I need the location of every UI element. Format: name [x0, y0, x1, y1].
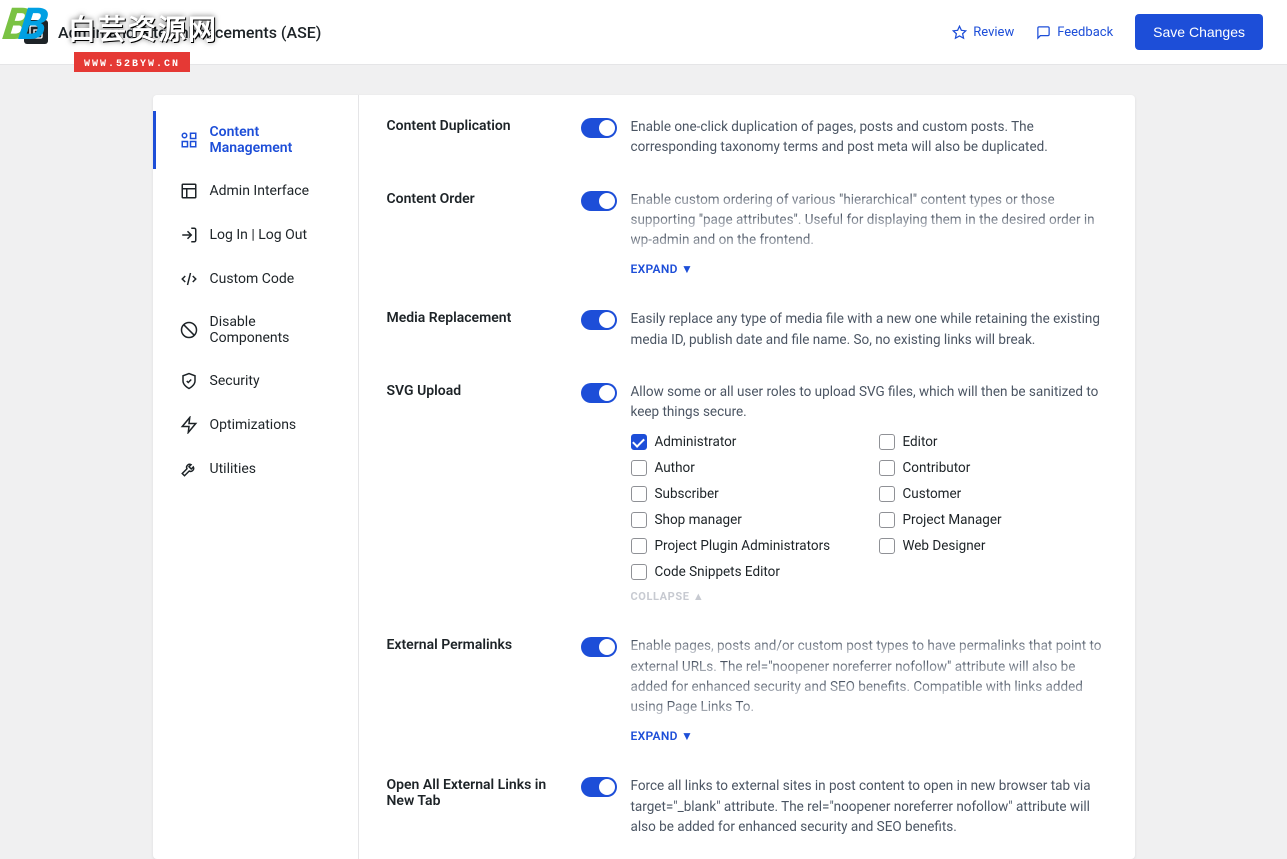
sidebar-item-label: Admin Interface	[210, 183, 310, 199]
sidebar-item-disable-components[interactable]: Disable Components	[153, 301, 358, 359]
role-checkbox-row[interactable]: Editor	[879, 434, 1107, 450]
star-icon	[952, 25, 967, 40]
page-title: Admin and Site Enhancements (ASE)	[58, 23, 321, 42]
checkbox[interactable]	[631, 434, 647, 450]
toggle-external-permalinks[interactable]	[581, 637, 617, 657]
toggle-content-order[interactable]	[581, 191, 617, 211]
role-checkbox-row[interactable]: Project Manager	[879, 512, 1107, 528]
checkbox-label: Code Snippets Editor	[655, 564, 780, 580]
setting-external-permalinks: External Permalinks Enable pages, posts …	[387, 636, 1107, 744]
setting-description: Enable pages, posts and/or custom post t…	[631, 636, 1107, 717]
role-checkbox-row[interactable]: Code Snippets Editor	[631, 564, 859, 580]
tools-icon	[180, 460, 198, 478]
code-icon	[180, 270, 198, 288]
sidebar-item-custom-code[interactable]: Custom Code	[153, 257, 358, 301]
setting-title: SVG Upload	[387, 382, 557, 399]
checkbox-label: Project Manager	[903, 512, 1002, 528]
plugin-icon	[24, 20, 48, 44]
setting-title: Content Order	[387, 190, 557, 207]
setting-open-external-links: Open All External Links in New Tab Force…	[387, 776, 1107, 837]
role-checkbox-row[interactable]: Shop manager	[631, 512, 859, 528]
setting-description: Allow some or all user roles to upload S…	[631, 382, 1107, 423]
sidebar-item-label: Optimizations	[210, 417, 297, 433]
sidebar-item-security[interactable]: Security	[153, 359, 358, 403]
checkbox[interactable]	[631, 486, 647, 502]
sidebar-item-admin-interface[interactable]: Admin Interface	[153, 169, 358, 213]
checkbox[interactable]	[631, 460, 647, 476]
checkbox[interactable]	[879, 512, 895, 528]
ban-icon	[180, 321, 198, 339]
sidebar-item-optimizations[interactable]: Optimizations	[153, 403, 358, 447]
checkbox[interactable]	[879, 538, 895, 554]
page-links-to-link[interactable]: Page Links To	[667, 699, 751, 715]
setting-description: Easily replace any type of media file wi…	[631, 309, 1107, 350]
expand-button[interactable]: EXPAND ▼	[631, 729, 694, 743]
setting-title: External Permalinks	[387, 636, 557, 653]
setting-title: Content Duplication	[387, 117, 557, 134]
setting-description: Force all links to external sites in pos…	[631, 776, 1107, 837]
checkbox[interactable]	[631, 538, 647, 554]
checkbox-label: Subscriber	[655, 486, 719, 502]
role-checkbox-row[interactable]: Web Designer	[879, 538, 1107, 554]
role-checkbox-row[interactable]: Contributor	[879, 460, 1107, 476]
sidebar-item-label: Custom Code	[210, 271, 295, 287]
save-changes-button[interactable]: Save Changes	[1135, 14, 1263, 50]
bolt-icon	[180, 416, 198, 434]
role-checkbox-row[interactable]: Customer	[879, 486, 1107, 502]
sidebar-item-utilities[interactable]: Utilities	[153, 447, 358, 491]
shield-icon	[180, 372, 198, 390]
checkbox-label: Administrator	[655, 434, 737, 450]
checkbox-label: Project Plugin Administrators	[655, 538, 831, 554]
sidebar-item-label: Utilities	[210, 461, 257, 477]
checkbox[interactable]	[879, 460, 895, 476]
role-checkbox-row[interactable]: Subscriber	[631, 486, 859, 502]
layout-icon	[180, 182, 198, 200]
sidebar-item-label: Content Management	[210, 124, 334, 156]
sidebar-nav: Content Management Admin Interface Log I…	[153, 95, 359, 859]
checkbox[interactable]	[879, 486, 895, 502]
role-checkbox-row[interactable]: Administrator	[631, 434, 859, 450]
sidebar-item-label: Security	[210, 373, 260, 389]
sidebar-item-login-logout[interactable]: Log In | Log Out	[153, 213, 358, 257]
settings-content: Content Duplication Enable one-click dup…	[359, 95, 1135, 859]
sidebar-item-label: Disable Components	[210, 314, 334, 346]
expand-button[interactable]: EXPAND ▼	[631, 262, 694, 276]
layers-icon	[180, 131, 198, 149]
checkbox-label: Contributor	[903, 460, 971, 476]
checkbox[interactable]	[631, 512, 647, 528]
checkbox-label: Editor	[903, 434, 938, 450]
sidebar-item-content-management[interactable]: Content Management	[153, 111, 358, 169]
checkbox-label: Customer	[903, 486, 962, 502]
toggle-svg-upload[interactable]	[581, 383, 617, 403]
setting-content-order: Content Order Enable custom ordering of …	[387, 190, 1107, 278]
roles-checkbox-grid: Administrator Editor Author Contributor Subs…	[631, 434, 1107, 580]
checkbox-label: Shop manager	[655, 512, 742, 528]
review-link[interactable]: Review	[952, 25, 1014, 40]
header-bar: Admin and Site Enhancements (ASE) Review…	[0, 0, 1287, 65]
sidebar-item-label: Log In | Log Out	[210, 227, 308, 243]
feedback-link[interactable]: Feedback	[1036, 25, 1113, 40]
checkbox[interactable]	[879, 434, 895, 450]
setting-description: Enable custom ordering of various "hiera…	[631, 190, 1107, 251]
setting-title: Media Replacement	[387, 309, 557, 326]
checkbox-label: Author	[655, 460, 695, 476]
role-checkbox-row[interactable]: Project Plugin Administrators	[631, 538, 859, 554]
toggle-open-external[interactable]	[581, 777, 617, 797]
toggle-content-duplication[interactable]	[581, 118, 617, 138]
toggle-media-replacement[interactable]	[581, 310, 617, 330]
comment-icon	[1036, 25, 1051, 40]
settings-panel: Content Management Admin Interface Log I…	[153, 95, 1135, 859]
setting-description: Enable one-click duplication of pages, p…	[631, 117, 1107, 158]
collapse-button[interactable]: COLLAPSE ▲	[631, 590, 705, 603]
setting-svg-upload: SVG Upload Allow some or all user roles …	[387, 382, 1107, 605]
setting-content-duplication: Content Duplication Enable one-click dup…	[387, 117, 1107, 158]
setting-title: Open All External Links in New Tab	[387, 776, 557, 809]
setting-media-replacement: Media Replacement Easily replace any typ…	[387, 309, 1107, 350]
checkbox[interactable]	[631, 564, 647, 580]
checkbox-label: Web Designer	[903, 538, 986, 554]
login-icon	[180, 226, 198, 244]
role-checkbox-row[interactable]: Author	[631, 460, 859, 476]
